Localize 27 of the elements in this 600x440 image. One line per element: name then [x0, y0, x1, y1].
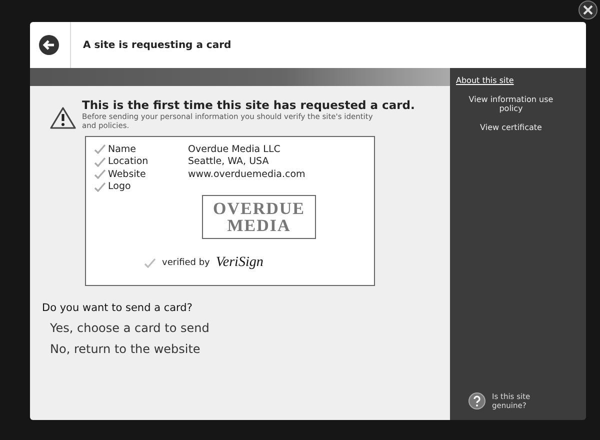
close-icon[interactable] — [578, 0, 598, 20]
verified-label: verified by — [162, 258, 210, 268]
about-link[interactable]: About this site — [456, 76, 580, 85]
question: Do you want to send a card? — [42, 302, 194, 314]
verifier-logo: VeriSign — [216, 255, 264, 271]
check-icon — [94, 156, 106, 167]
field-value: Overdue Media LLC — [188, 144, 280, 155]
field-label: Logo — [108, 181, 132, 192]
field-value: www.overduemedia.com — [188, 168, 306, 180]
field-label: Location — [108, 156, 150, 168]
back-icon[interactable] — [38, 34, 60, 56]
window-title: A site is requesting a card — [83, 40, 232, 50]
sidebar-link[interactable]: View certificate — [456, 123, 566, 132]
check-icon — [144, 258, 156, 268]
field-label: Website — [108, 168, 147, 180]
field-label: Name — [108, 144, 138, 155]
logo: OVERDUE MEDIA — [202, 195, 316, 239]
check-icon — [94, 144, 106, 154]
warning-heading: This is the first time this site has requested a card. — [82, 98, 415, 112]
sidebar-link[interactable]: View information use policy — [456, 95, 566, 113]
help-icon[interactable] — [468, 392, 486, 410]
check-icon — [94, 169, 106, 180]
option-link[interactable]: No, return to the website — [50, 342, 200, 356]
check-icon — [94, 182, 106, 192]
field-value: Seattle, WA, USA — [188, 156, 269, 168]
warning-icon — [50, 106, 76, 130]
option-link[interactable]: Yes, choose a card to send — [50, 321, 210, 335]
